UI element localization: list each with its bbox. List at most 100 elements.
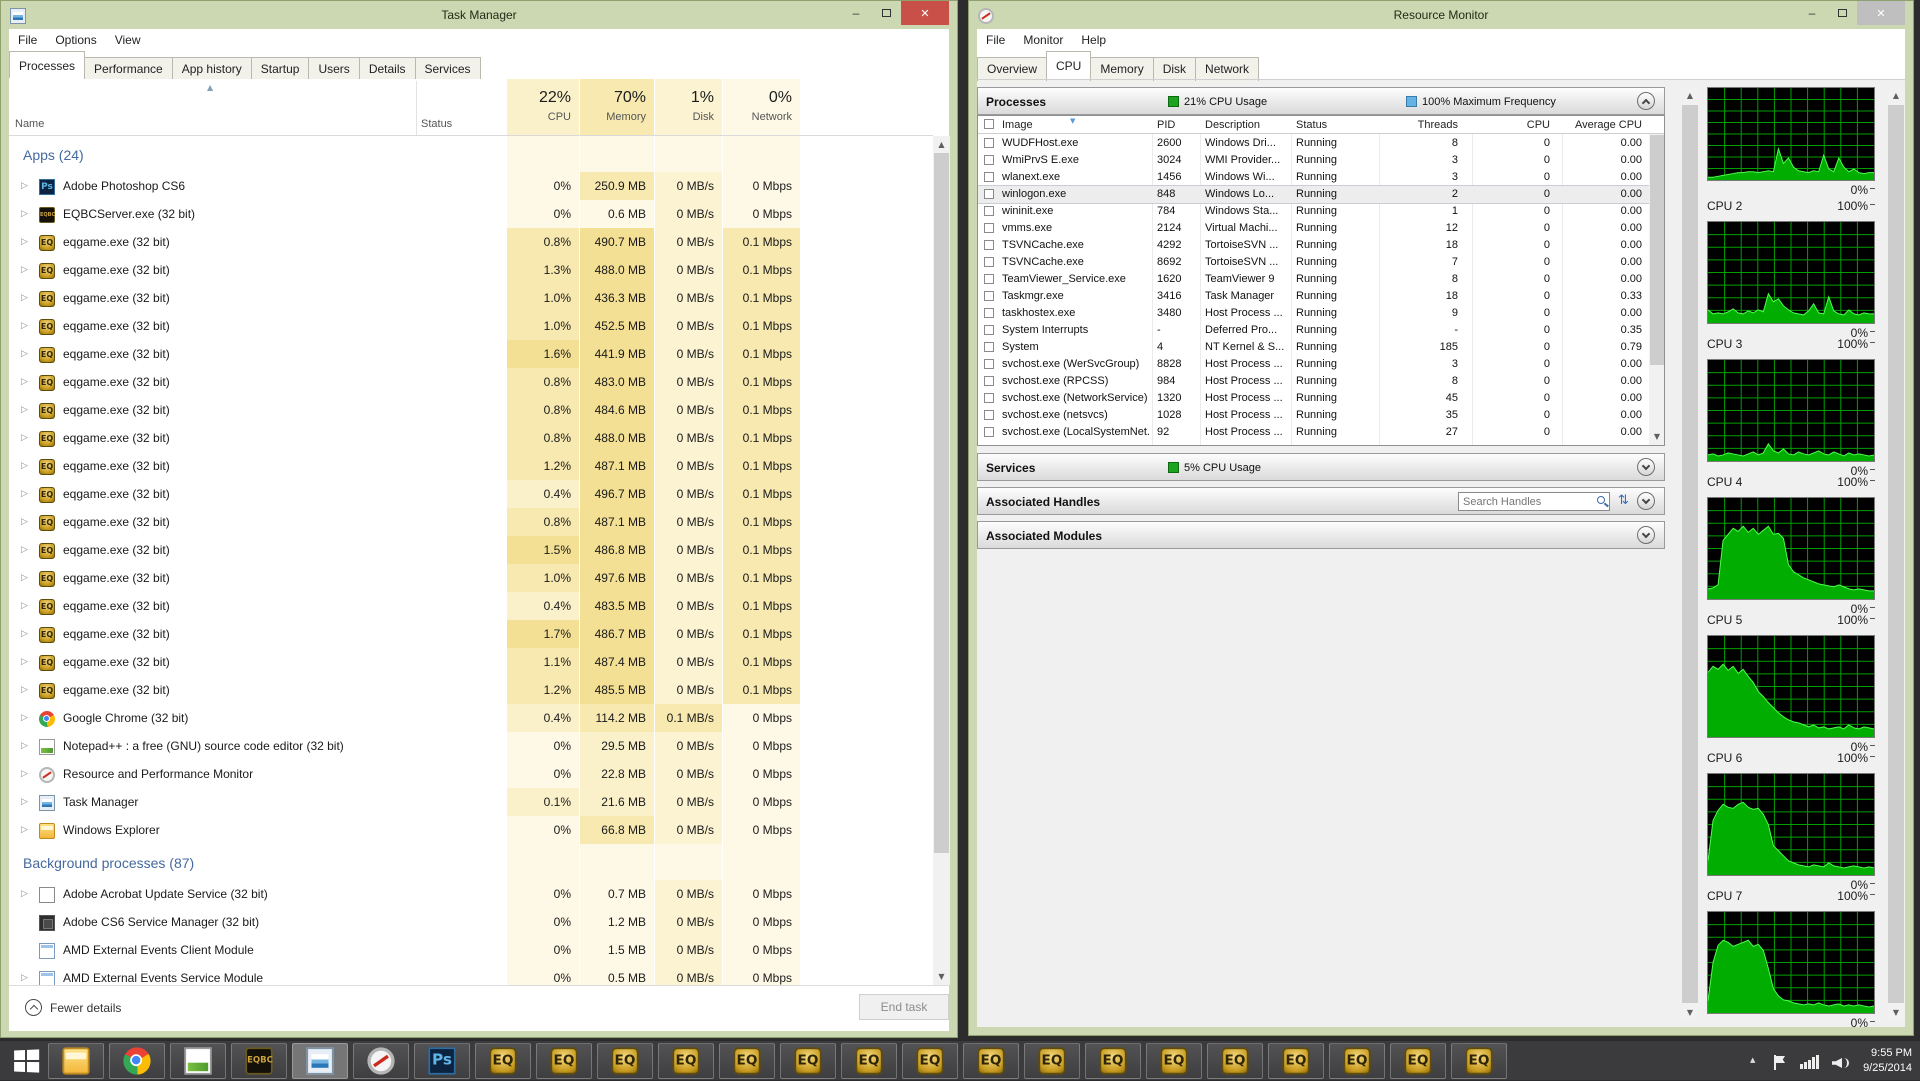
tab-memory[interactable]: Memory xyxy=(1090,57,1153,81)
scroll-thumb[interactable] xyxy=(934,153,949,853)
taskbar-eqgame[interactable]: EQ xyxy=(719,1043,775,1079)
process-row[interactable]: ▷EQeqgame.exe (32 bit)1.5%486.8 MB0 MB/s… xyxy=(9,536,925,564)
taskbar-eqgame[interactable]: EQ xyxy=(658,1043,714,1079)
taskbar-eqgame[interactable]: EQ xyxy=(597,1043,653,1079)
tab-overview[interactable]: Overview xyxy=(977,57,1047,81)
scroll-up-icon[interactable]: ▲ xyxy=(1681,87,1699,104)
row-checkbox[interactable] xyxy=(984,155,994,165)
column-threads[interactable]: Threads xyxy=(1388,119,1458,131)
process-row[interactable]: ▷EQeqgame.exe (32 bit)0.8%488.0 MB0 MB/s… xyxy=(9,424,925,452)
row-checkbox[interactable] xyxy=(984,376,994,386)
column-memory[interactable]: 70%Memory xyxy=(579,79,654,135)
expand-arrow-icon[interactable]: ▷ xyxy=(21,816,28,844)
process-row[interactable]: WmiPrvS E.exe3024WMI Provider...Running3… xyxy=(978,152,1649,169)
group-header[interactable]: Apps (24) xyxy=(9,136,925,172)
process-row[interactable]: ▷EQeqgame.exe (32 bit)1.0%436.3 MB0 MB/s… xyxy=(9,284,925,312)
process-row[interactable]: wlanext.exe1456Windows Wi...Running300.0… xyxy=(978,169,1649,186)
expand-arrow-icon[interactable]: ▷ xyxy=(21,312,28,340)
taskbar-eqgame[interactable]: EQ xyxy=(1329,1043,1385,1079)
process-row[interactable]: svchost.exe (WerSvcGroup)8828Host Proces… xyxy=(978,356,1649,373)
process-row[interactable]: AMD External Events Client Module0%1.5 M… xyxy=(9,936,925,964)
process-row[interactable]: ▷Windows Explorer0%66.8 MB0 MB/s0 Mbps xyxy=(9,816,925,844)
tab-services[interactable]: Services xyxy=(415,57,481,81)
row-checkbox[interactable] xyxy=(984,172,994,182)
scroll-down-icon[interactable]: ▼ xyxy=(1649,428,1665,445)
taskbar-eqbc-server[interactable]: EQBC xyxy=(231,1043,287,1079)
menu-options[interactable]: Options xyxy=(46,29,105,51)
process-row[interactable]: ▷Task Manager0.1%21.6 MB0 MB/s0 Mbps xyxy=(9,788,925,816)
expand-arrow-icon[interactable]: ▷ xyxy=(21,704,28,732)
process-row[interactable]: System Interrupts-Deferred Pro...Running… xyxy=(978,322,1649,339)
column-name[interactable]: Name xyxy=(15,118,44,130)
services-section-bar[interactable]: Services 5% CPU Usage xyxy=(977,453,1665,481)
menu-view[interactable]: View xyxy=(106,29,150,51)
taskbar-resource-monitor[interactable] xyxy=(353,1043,409,1079)
taskbar-notepad-plus-plus[interactable] xyxy=(170,1043,226,1079)
menu-monitor[interactable]: Monitor xyxy=(1014,29,1072,51)
menu-file[interactable]: File xyxy=(9,29,46,51)
process-row[interactable]: ▷EQeqgame.exe (32 bit)1.6%441.9 MB0 MB/s… xyxy=(9,340,925,368)
process-row[interactable]: ▷EQeqgame.exe (32 bit)1.3%488.0 MB0 MB/s… xyxy=(9,256,925,284)
expand-arrow-icon[interactable]: ▷ xyxy=(21,592,28,620)
expand-arrow-icon[interactable]: ▷ xyxy=(21,536,28,564)
column-cpu[interactable]: 22%CPU xyxy=(506,79,579,135)
taskbar-eqgame[interactable]: EQ xyxy=(536,1043,592,1079)
process-row[interactable]: WUDFHost.exe2600Windows Dri...Running800… xyxy=(978,135,1649,152)
taskbar-eqgame[interactable]: EQ xyxy=(1085,1043,1141,1079)
scroll-up-icon[interactable]: ▲ xyxy=(1887,87,1905,104)
process-row[interactable]: System4NT Kernel & S...Running18500.79 xyxy=(978,339,1649,356)
row-checkbox[interactable] xyxy=(984,223,994,233)
minimize-icon[interactable]: – xyxy=(841,1,871,25)
row-checkbox[interactable] xyxy=(984,257,994,267)
chevron-down-icon[interactable] xyxy=(1637,526,1655,544)
process-row[interactable]: ▷EQeqgame.exe (32 bit)0.8%490.7 MB0 MB/s… xyxy=(9,228,925,256)
content-scrollbar[interactable]: ▲ ▼ xyxy=(1681,87,1699,1021)
taskbar-google-chrome[interactable] xyxy=(109,1043,165,1079)
row-checkbox[interactable] xyxy=(984,393,994,403)
tab-disk[interactable]: Disk xyxy=(1153,57,1196,81)
taskbar-eqgame[interactable]: EQ xyxy=(963,1043,1019,1079)
row-checkbox[interactable] xyxy=(984,240,994,250)
scroll-thumb[interactable] xyxy=(1650,135,1664,365)
row-checkbox[interactable] xyxy=(984,410,994,420)
expand-arrow-icon[interactable]: ▷ xyxy=(21,256,28,284)
refresh-icon[interactable]: ⇅ xyxy=(1618,493,1629,508)
row-checkbox[interactable] xyxy=(984,342,994,352)
tab-performance[interactable]: Performance xyxy=(84,57,173,81)
process-row[interactable]: ▷Google Chrome (32 bit)0.4%114.2 MB0.1 M… xyxy=(9,704,925,732)
column-status[interactable]: Status xyxy=(421,118,452,130)
process-row[interactable]: ▷EQeqgame.exe (32 bit)0.4%496.7 MB0 MB/s… xyxy=(9,480,925,508)
scroll-down-icon[interactable]: ▼ xyxy=(1681,1004,1699,1021)
graphs-scrollbar[interactable]: ▲ ▼ xyxy=(1887,87,1905,1021)
process-row[interactable]: svchost.exe (LocalSystemNet...92Host Pro… xyxy=(978,424,1649,441)
column-image[interactable]: Image xyxy=(1002,119,1150,131)
chevron-down-icon[interactable] xyxy=(1637,458,1655,476)
network-icon[interactable] xyxy=(1800,1055,1819,1069)
process-row[interactable]: ▷Notepad++ : a free (GNU) source code ed… xyxy=(9,732,925,760)
process-row[interactable]: ▷AMD External Events Service Module0%0.5… xyxy=(9,964,925,985)
task-manager-scrollbar[interactable]: ▲ ▼ xyxy=(933,136,950,985)
taskbar-eqgame[interactable]: EQ xyxy=(1024,1043,1080,1079)
table-scrollbar[interactable]: ▲ ▼ xyxy=(1649,116,1665,445)
taskbar-photoshop[interactable]: Ps xyxy=(414,1043,470,1079)
column-status[interactable]: Status xyxy=(1296,119,1376,131)
search-icon[interactable] xyxy=(1597,496,1605,504)
menu-help[interactable]: Help xyxy=(1072,29,1115,51)
row-checkbox[interactable] xyxy=(984,206,994,216)
process-row[interactable]: ▷EQeqgame.exe (32 bit)0.8%483.0 MB0 MB/s… xyxy=(9,368,925,396)
expand-arrow-icon[interactable]: ▷ xyxy=(21,172,28,200)
taskbar-eqgame[interactable]: EQ xyxy=(841,1043,897,1079)
process-row[interactable]: ▷EQeqgame.exe (32 bit)1.7%486.7 MB0 MB/s… xyxy=(9,620,925,648)
process-row[interactable]: svchost.exe (netsvcs)1028Host Process ..… xyxy=(978,407,1649,424)
tab-users[interactable]: Users xyxy=(308,57,359,81)
scroll-up-icon[interactable]: ▲ xyxy=(933,136,950,153)
row-checkbox[interactable] xyxy=(984,291,994,301)
process-row[interactable]: TSVNCache.exe8692TortoiseSVN ...Running7… xyxy=(978,254,1649,271)
process-row[interactable]: TSVNCache.exe4292TortoiseSVN ...Running1… xyxy=(978,237,1649,254)
row-checkbox[interactable] xyxy=(984,308,994,318)
column-network[interactable]: 0%Network xyxy=(722,79,800,135)
process-row[interactable]: vmms.exe2124Virtual Machi...Running1200.… xyxy=(978,220,1649,237)
row-checkbox[interactable] xyxy=(984,189,994,199)
tab-details[interactable]: Details xyxy=(359,57,416,81)
show-hidden-icons[interactable]: ▲ xyxy=(1750,1056,1755,1064)
